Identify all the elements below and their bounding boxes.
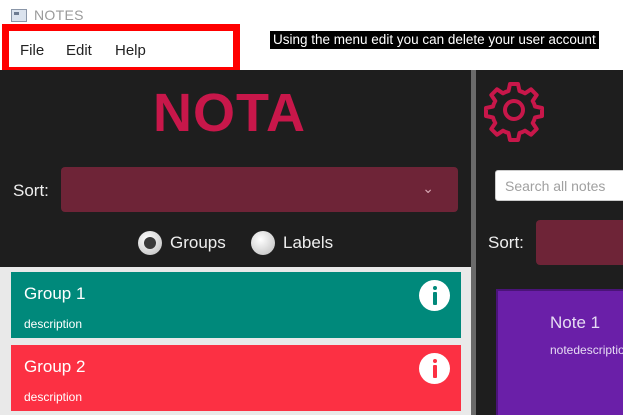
group-card[interactable]: Group 1 description: [11, 272, 461, 338]
chevron-down-icon: ⌄: [422, 180, 434, 196]
info-icon[interactable]: [419, 280, 450, 311]
group-list: Group 1 description Group 2 description: [0, 267, 471, 415]
notes-sort-dropdown[interactable]: [536, 220, 623, 265]
gear-icon[interactable]: [482, 78, 546, 142]
menu-highlight-box: [2, 24, 240, 74]
search-input[interactable]: [495, 170, 623, 201]
radio-groups[interactable]: Groups: [138, 230, 226, 256]
info-icon[interactable]: [419, 353, 450, 384]
notes-panel: Sort: Note 1 notedescription: [476, 70, 623, 415]
note-title: Note 1: [550, 313, 601, 332]
group-name: Group 2: [24, 357, 86, 376]
window-title: NOTES: [34, 7, 84, 23]
group-card[interactable]: Group 2 description: [11, 345, 461, 411]
app-logo: NOTA: [153, 83, 306, 143]
annotation-caption: Using the menu edit you can delete your …: [270, 31, 599, 49]
radio-labels-indicator[interactable]: [251, 231, 275, 255]
note-card[interactable]: Note 1 notedescription: [496, 289, 623, 415]
radio-groups-label: Groups: [170, 233, 226, 252]
group-description: description: [24, 390, 83, 404]
note-description: notedescription: [550, 343, 623, 357]
radio-labels-label: Labels: [283, 233, 334, 252]
group-name: Group 1: [24, 284, 86, 303]
sort-dropdown[interactable]: ⌄: [61, 167, 458, 212]
app-icon: [11, 9, 27, 22]
radio-labels[interactable]: Labels: [251, 230, 333, 256]
groups-panel: NOTA Sort: ⌄ Groups Labels Group 1 descr…: [0, 70, 471, 415]
group-description: description: [24, 317, 83, 331]
notes-sort-label: Sort:: [488, 233, 524, 252]
sort-label: Sort:: [13, 181, 49, 200]
radio-groups-indicator[interactable]: [138, 231, 162, 255]
